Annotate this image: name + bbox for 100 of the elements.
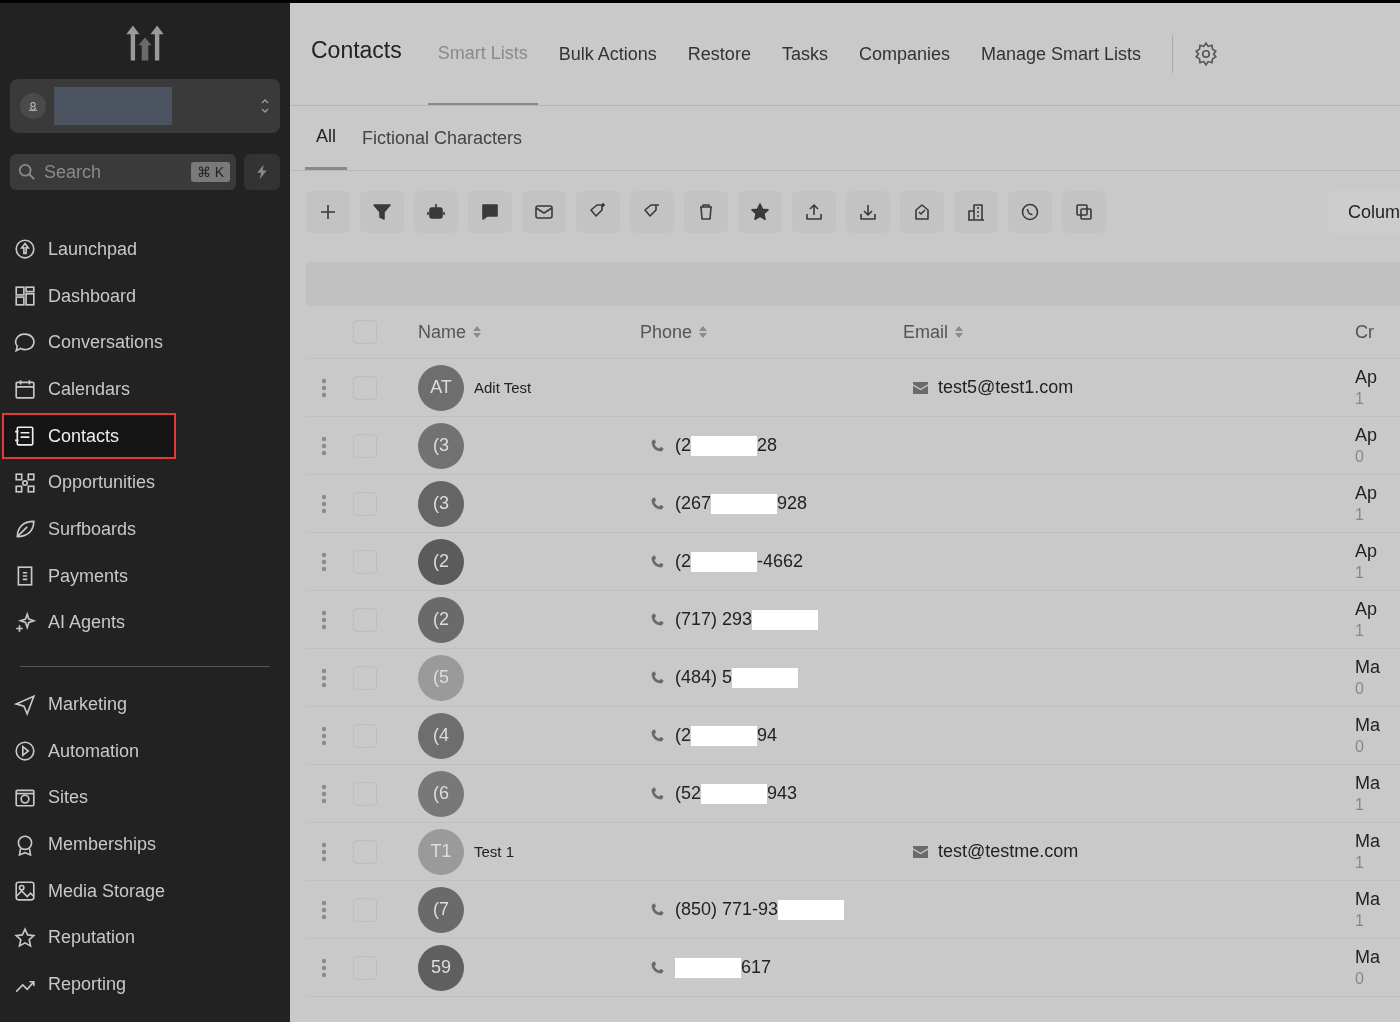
envelope-icon: [913, 845, 928, 858]
copy-icon: [1074, 202, 1094, 222]
toolbar-button[interactable]: [846, 191, 890, 233]
sidebar-item[interactable]: Sites: [2, 774, 290, 822]
toolbar-button[interactable]: [414, 191, 458, 233]
avatar-initials: (3: [418, 422, 464, 469]
sort-icon: [698, 325, 709, 339]
phone-number: (850) 771-93: [675, 899, 779, 920]
sidebar-item[interactable]: Payments: [2, 552, 290, 600]
account-switcher[interactable]: [10, 79, 280, 133]
toolbar-button[interactable]: [522, 191, 566, 233]
sidebar-item[interactable]: Media Storage: [2, 867, 290, 915]
redacted-block: [752, 609, 819, 630]
avatar-initials: (2: [418, 596, 464, 643]
list-tab[interactable]: Fictional Characters: [351, 106, 534, 170]
phone-number: -4662: [757, 551, 804, 572]
nav-tab[interactable]: Bulk Actions: [548, 3, 667, 105]
columns-button[interactable]: Colum: [1328, 191, 1400, 233]
sidebar-item[interactable]: Dashboard: [2, 272, 290, 320]
sidebar-item[interactable]: Memberships: [2, 821, 290, 868]
list-tab[interactable]: All: [305, 106, 347, 170]
toolbar-button[interactable]: [576, 191, 620, 233]
created-time: 1: [1355, 390, 1364, 408]
sidebar-item[interactable]: Calendars: [2, 366, 290, 413]
sidebar-item[interactable]: Launchpad: [2, 226, 290, 273]
created-date: Ap: [1355, 425, 1378, 446]
sidebar-item[interactable]: Surfboards: [2, 506, 290, 553]
robot-icon: [426, 202, 446, 222]
created-time: 0: [1355, 738, 1364, 756]
created-date: Ma: [1355, 889, 1380, 910]
redacted-block: [691, 551, 757, 572]
search-input[interactable]: Search: [42, 160, 185, 184]
avatar-initials: (4: [418, 712, 464, 759]
drag-handle-icon[interactable]: [321, 377, 327, 398]
toolbar-button[interactable]: [1008, 191, 1052, 233]
column-header[interactable]: Email: [903, 321, 1355, 343]
created-time: 1: [1355, 506, 1364, 524]
drag-handle-icon[interactable]: [321, 435, 327, 456]
column-header[interactable]: Name: [390, 321, 640, 343]
created-date: Ma: [1355, 715, 1380, 736]
phone-icon: [650, 612, 665, 627]
sidebar-item[interactable]: Automation: [2, 727, 290, 775]
avatar-initials: (2: [418, 538, 464, 585]
drag-handle-icon[interactable]: [321, 609, 327, 630]
nav-tab[interactable]: Restore: [677, 3, 761, 105]
created-time: 1: [1355, 796, 1364, 814]
sidebar-item[interactable]: AI Agents: [2, 599, 290, 647]
pipeline-icon: [14, 471, 36, 494]
phone-number: 28: [757, 435, 778, 456]
phone-number: 94: [757, 725, 778, 746]
sidebar-item[interactable]: Reporting: [2, 961, 290, 1008]
sidebar-item[interactable]: Marketing: [2, 681, 290, 728]
toolbar-button[interactable]: [630, 191, 674, 233]
building-icon: [966, 202, 986, 222]
toolbar-button[interactable]: [684, 191, 728, 233]
toolbar-button[interactable]: [954, 191, 998, 233]
lightning-icon: [254, 164, 270, 180]
phone-chat-icon: [1020, 202, 1040, 222]
drag-handle-icon[interactable]: [321, 899, 327, 920]
column-header[interactable]: Phone: [640, 321, 903, 343]
toolbar-button[interactable]: [468, 191, 512, 233]
drag-handle-icon[interactable]: [321, 551, 327, 572]
drag-handle-icon[interactable]: [321, 493, 327, 514]
search-field[interactable]: Search ⌘ K: [10, 154, 236, 190]
settings-icon[interactable]: [1193, 41, 1220, 67]
redacted-block: [732, 667, 799, 688]
nav-tab[interactable]: Companies: [848, 3, 960, 105]
drag-handle-icon[interactable]: [321, 841, 327, 862]
contact-name[interactable]: Adit Test: [474, 379, 532, 396]
contact-name[interactable]: Test 1: [474, 843, 515, 860]
nav-tab[interactable]: Tasks: [771, 3, 838, 105]
toolbar-button[interactable]: [900, 191, 944, 233]
sidebar-item[interactable]: Opportunities: [2, 459, 290, 507]
sidebar-item[interactable]: Contacts: [2, 412, 176, 460]
drag-handle-icon[interactable]: [321, 667, 327, 688]
envelope-icon: [534, 202, 554, 222]
toolbar-button[interactable]: [360, 191, 404, 233]
drag-handle-icon[interactable]: [321, 725, 327, 746]
toolbar-button[interactable]: [738, 191, 782, 233]
sidebar-item[interactable]: Conversations: [2, 319, 290, 367]
chat-bubble-icon: [14, 331, 36, 354]
redacted-block: [691, 725, 757, 746]
toolbar-button[interactable]: [792, 191, 836, 233]
toolbar-button[interactable]: [306, 191, 350, 233]
toolbar-button[interactable]: [1062, 191, 1106, 233]
created-date: Ma: [1355, 773, 1380, 794]
dashboard-icon: [14, 285, 36, 308]
avatar-initials: (5: [418, 654, 464, 701]
location-pin-icon: [20, 93, 46, 119]
nav-tab[interactable]: Manage Smart Lists: [970, 3, 1152, 105]
created-time: 1: [1355, 564, 1364, 582]
created-time: 0: [1355, 680, 1364, 698]
sidebar-item[interactable]: Reputation: [2, 914, 290, 962]
drag-handle-icon[interactable]: [321, 783, 327, 804]
drag-handle-icon[interactable]: [321, 957, 327, 978]
created-time: 1: [1355, 622, 1364, 640]
column-header[interactable]: Cr: [1355, 321, 1395, 343]
quick-action-button[interactable]: [244, 154, 280, 190]
image-icon: [14, 880, 36, 903]
phone-icon: [650, 960, 665, 975]
